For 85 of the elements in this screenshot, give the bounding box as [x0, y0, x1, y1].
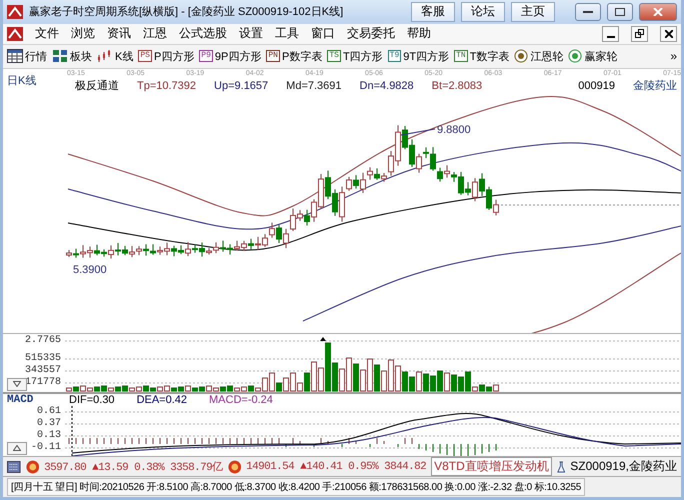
- axis-label: 0.61: [36, 406, 61, 417]
- down-triangle-icon: [13, 381, 21, 388]
- collapse-button[interactable]: [7, 378, 27, 391]
- toolbar-button[interactable]: 板块: [52, 48, 92, 64]
- index-badge-icon: [26, 458, 40, 475]
- toolbar-button[interactable]: K线: [97, 48, 134, 64]
- minimize-icon: [606, 36, 614, 38]
- toolbar-button[interactable]: T9 9T四方形: [388, 48, 450, 64]
- axis-label: 343557: [24, 366, 61, 376]
- close-icon: [664, 30, 672, 38]
- axis-label: 2.7765: [24, 336, 61, 346]
- menu-item[interactable]: 公式选股: [179, 25, 227, 42]
- menu-item[interactable]: 设置: [239, 25, 263, 42]
- axis-label: 0.37: [36, 418, 61, 429]
- high-price-label: 9.8800: [437, 124, 471, 136]
- menu-item[interactable]: 窗口: [311, 25, 335, 42]
- candlestick-icon: [97, 49, 113, 64]
- app-logo-icon: [7, 26, 23, 41]
- flask-icon: [556, 460, 566, 474]
- restore-icon: [635, 29, 644, 38]
- menu-item[interactable]: 工具: [275, 25, 299, 42]
- stock-name: 金陵药业: [633, 78, 677, 94]
- menu-item[interactable]: 交易委托: [347, 25, 395, 42]
- quote-info-text: [四月十五 望日] 时间:20210526 开:8.5100 高:8.7000 低:8.3700 收:8.4200 手:210056 额:178631568.00 换:0.00 涨:-2.32 盘:0 标:10.3255: [7, 478, 586, 496]
- close-icon: [653, 8, 663, 16]
- overflow-button[interactable]: »: [670, 49, 677, 64]
- stock-label: SZ000919,金陵药业: [570, 458, 677, 476]
- menu-item[interactable]: 资讯: [107, 25, 131, 42]
- index-quote: 14901.54 ▲140.41 0.95% 3844.82: [246, 460, 426, 473]
- toolbar-button[interactable]: 行情: [7, 48, 47, 64]
- menu-item[interactable]: 帮助: [407, 25, 431, 42]
- title-link-button[interactable]: 客服: [411, 2, 455, 22]
- minimize-button[interactable]: [602, 26, 619, 42]
- axis-label: 171778: [24, 378, 61, 388]
- menu-item[interactable]: 文件: [35, 25, 59, 42]
- table-icon: [7, 49, 23, 64]
- tag-icon: PN: [266, 50, 280, 62]
- indicator-value: Bt=2.8083: [432, 80, 482, 92]
- toolbar-button[interactable]: PS P四方形: [138, 48, 194, 64]
- menu-item[interactable]: 江恩: [143, 25, 167, 42]
- axis-label: 0.13: [36, 430, 61, 441]
- maximize-button[interactable]: [607, 2, 633, 21]
- indicator-value: Tp=10.7392: [137, 80, 196, 92]
- stock-code: 000919: [578, 80, 615, 92]
- close-button[interactable]: [660, 26, 677, 42]
- macd-value: DIF=0.30: [69, 394, 115, 406]
- up-triangle-icon: [13, 445, 21, 452]
- tag-icon: TS: [327, 50, 341, 62]
- indicator-value: Up=9.1657: [214, 80, 268, 92]
- toolbar-button[interactable]: PN P数字表: [266, 48, 322, 64]
- news-ticker: V8TD直喷增压发动机: [431, 457, 552, 476]
- toolbar-button[interactable]: P9 9P四方形: [199, 48, 262, 64]
- macd-title: MACD: [7, 394, 34, 406]
- menu-item[interactable]: 浏览: [71, 25, 95, 42]
- tag-icon: P9: [199, 50, 213, 62]
- toolbar-button[interactable]: TS T四方形: [327, 48, 383, 64]
- blocks-icon: [52, 49, 68, 64]
- toolbar-button[interactable]: TN T数字表: [454, 48, 510, 64]
- calculator-icon: [7, 460, 21, 474]
- period-label: 日K线: [7, 74, 38, 88]
- title-link-button[interactable]: 主页: [511, 2, 555, 22]
- tag-icon: T9: [388, 50, 402, 62]
- window-title: 赢家老子时空周期系统[纵横版] - [金陵药业 SZ000919-102日K线]: [29, 4, 344, 20]
- low-price-label: 5.3900: [73, 264, 107, 276]
- indicator-value: Dn=4.9828: [360, 80, 414, 92]
- leader-line: [400, 128, 436, 136]
- toolbar-button[interactable]: 赢家轮: [568, 48, 618, 64]
- maximize-icon: [615, 8, 625, 16]
- macd-value: DEA=0.42: [136, 394, 188, 406]
- indicator-name: 极反通道: [75, 78, 119, 94]
- index-badge-icon: [228, 458, 242, 475]
- tag-icon: PS: [138, 50, 152, 62]
- minimize-button[interactable]: [575, 2, 601, 21]
- app-logo-icon: [7, 4, 23, 19]
- title-link-button[interactable]: 论坛: [461, 2, 505, 22]
- axis-label: 515335: [24, 354, 61, 364]
- expand-button[interactable]: [7, 442, 27, 455]
- tag-icon: TN: [454, 50, 468, 62]
- toolbar-button[interactable]: 江恩轮: [514, 48, 564, 64]
- indicator-value: Md=7.3691: [286, 80, 342, 92]
- restore-button[interactable]: [631, 26, 648, 42]
- macd-value: MACD=-0.24: [209, 394, 273, 406]
- peak-marker-icon: [320, 336, 326, 341]
- index-quote: 3597.80 ▲13.59 0.38% 3358.79亿: [44, 460, 223, 474]
- axis-label: -0.11: [30, 442, 61, 453]
